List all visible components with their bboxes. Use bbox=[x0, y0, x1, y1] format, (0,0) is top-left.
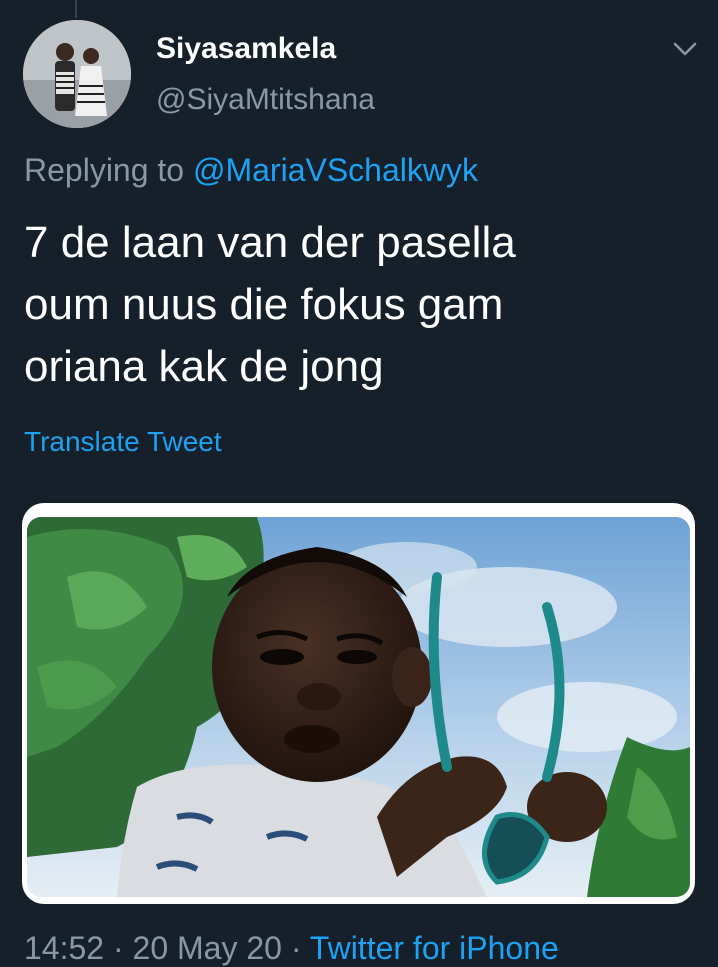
author-display-name[interactable]: Siyasamkela bbox=[156, 32, 336, 66]
avatar-photo-icon bbox=[23, 20, 131, 128]
tweet-text-line: oum nuus die fokus gam bbox=[24, 280, 504, 329]
tweet-source-link[interactable]: Twitter for iPhone bbox=[310, 930, 559, 966]
tweet-text: 7 de laan van der pasella oum nuus die f… bbox=[24, 212, 694, 398]
tweet-detail-screen: Siyasamkela @SiyaMtitshana Replying to @… bbox=[0, 0, 718, 967]
chevron-down-icon[interactable] bbox=[668, 36, 702, 62]
tweet-time: 14:52 bbox=[24, 930, 105, 966]
replying-to: Replying to @MariaVSchalkwyk bbox=[24, 152, 478, 189]
tweet-media-card[interactable] bbox=[22, 503, 695, 904]
avatar[interactable] bbox=[23, 20, 131, 128]
reply-mention-link[interactable]: @MariaVSchalkwyk bbox=[193, 152, 478, 188]
tweet-text-line: oriana kak de jong bbox=[24, 342, 384, 391]
tweet-text-line: 7 de laan van der pasella bbox=[24, 218, 516, 267]
replying-to-label: Replying to bbox=[24, 152, 185, 188]
tweet-date: 20 May 20 bbox=[132, 930, 282, 966]
author-handle[interactable]: @SiyaMtitshana bbox=[156, 83, 375, 117]
tweet-meta: 14:52 · 20 May 20 · Twitter for iPhone bbox=[24, 930, 559, 967]
meme-photo-icon bbox=[27, 517, 690, 897]
meta-separator: · bbox=[281, 930, 310, 966]
translate-tweet-link[interactable]: Translate Tweet bbox=[24, 426, 222, 458]
thread-connector-line bbox=[75, 0, 77, 18]
meta-separator: · bbox=[104, 930, 133, 966]
